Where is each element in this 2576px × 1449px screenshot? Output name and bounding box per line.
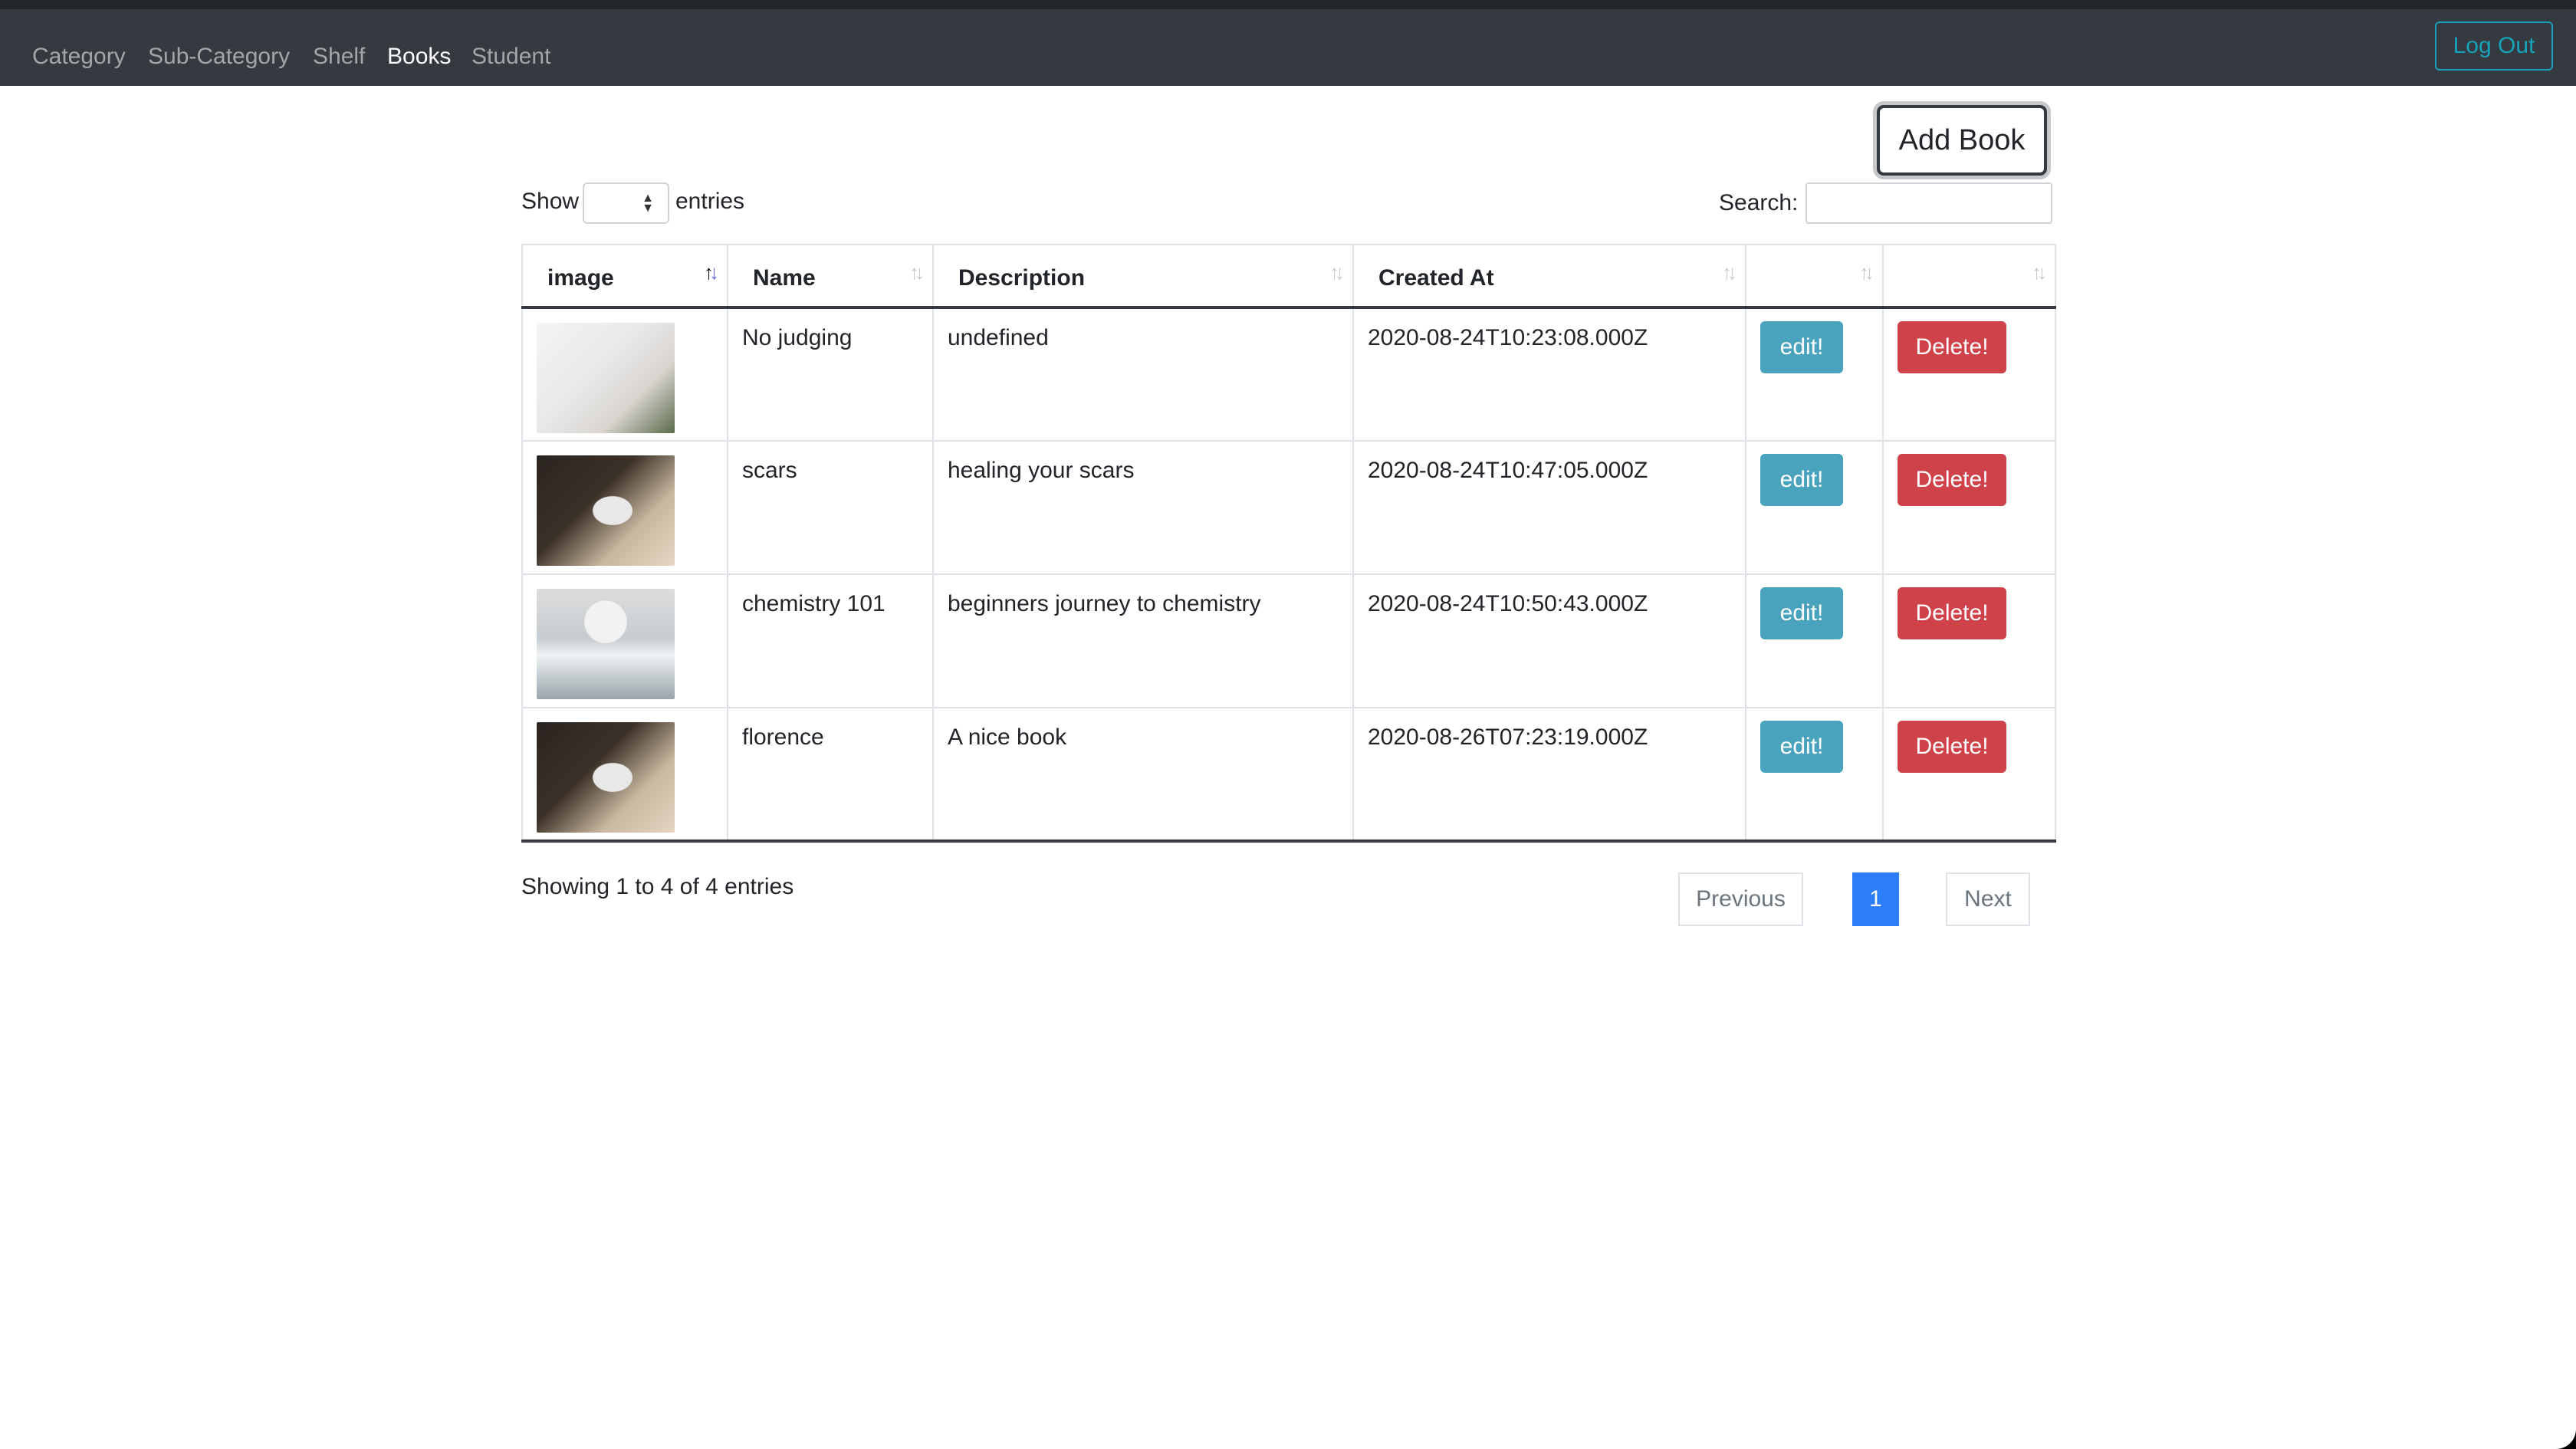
edit-cell: edit! [1745, 573, 1884, 708]
description-cell: A nice book [932, 707, 1354, 843]
created-at-cell: 2020-08-24T10:47:05.000Z [1352, 440, 1746, 575]
nav-item-shelf[interactable]: Shelf [313, 32, 365, 81]
sort-icon: ↑↓ [1329, 261, 1345, 284]
header-label: image [547, 265, 614, 291]
table-row: florence A nice book 2020-08-26T07:23:19… [521, 707, 2056, 843]
search-label: Search: [1719, 190, 1799, 215]
table-row: chemistry 101 beginners journey to chemi… [521, 573, 2056, 708]
column-header-edit[interactable]: ↑↓ [1745, 244, 1884, 309]
sort-ascending-icon: ↑↓ [704, 261, 719, 284]
sort-icon: ↑↓ [1722, 261, 1737, 284]
edit-cell: edit! [1745, 440, 1884, 575]
nav-item-category[interactable]: Category [32, 32, 126, 81]
edit-button[interactable]: edit! [1760, 454, 1843, 506]
column-header-description[interactable]: Description ↑↓ [932, 244, 1354, 309]
pagination-page-1[interactable]: 1 [1852, 872, 1899, 926]
top-navbar: Category Sub-Category Shelf Books Studen… [0, 0, 2576, 86]
column-header-delete[interactable]: ↑↓ [1882, 244, 2056, 309]
name-cell: florence [727, 707, 934, 843]
delete-cell: Delete! [1882, 307, 2056, 442]
header-label: Name [753, 265, 816, 291]
image-cell [521, 707, 728, 843]
nav-item-student[interactable]: Student [472, 32, 550, 81]
nav-item-books[interactable]: Books [387, 32, 451, 81]
sort-icon: ↑↓ [1859, 261, 1875, 284]
sort-icon: ↑↓ [2032, 261, 2047, 284]
delete-button[interactable]: Delete! [1898, 587, 2006, 639]
table-row: scars healing your scars 2020-08-24T10:4… [521, 440, 2056, 575]
table-info-text: Showing 1 to 4 of 4 entries [521, 874, 794, 899]
entries-label: entries [675, 189, 745, 214]
description-cell: undefined [932, 307, 1354, 442]
sort-icon: ↑↓ [909, 261, 925, 284]
delete-button[interactable]: Delete! [1898, 321, 2006, 373]
select-caret-icon: ▲ ▼ [642, 192, 654, 215]
table-row: No judging undefined 2020-08-24T10:23:08… [521, 307, 2056, 442]
book-thumbnail-image [537, 589, 675, 699]
delete-cell: Delete! [1882, 707, 2056, 843]
delete-cell: Delete! [1882, 573, 2056, 708]
created-at-cell: 2020-08-24T10:50:43.000Z [1352, 573, 1746, 708]
edit-button[interactable]: edit! [1760, 321, 1843, 373]
created-at-cell: 2020-08-24T10:23:08.000Z [1352, 307, 1746, 442]
column-header-created-at[interactable]: Created At ↑↓ [1352, 244, 1746, 309]
delete-button[interactable]: Delete! [1898, 721, 2006, 773]
column-header-name[interactable]: Name ↑↓ [727, 244, 934, 309]
edit-cell: edit! [1745, 307, 1884, 442]
header-label: Description [958, 265, 1086, 291]
header-label: Created At [1378, 265, 1494, 291]
edit-cell: edit! [1745, 707, 1884, 843]
image-cell [521, 573, 728, 708]
edit-button[interactable]: edit! [1760, 721, 1843, 773]
book-thumbnail-image [537, 455, 675, 566]
logout-button[interactable]: Log Out [2435, 21, 2553, 71]
name-cell: No judging [727, 307, 934, 442]
description-cell: healing your scars [932, 440, 1354, 575]
book-thumbnail-image [537, 323, 675, 433]
search-input[interactable] [1806, 182, 2052, 224]
books-table: image ↑↓ Name ↑↓ Description ↑↓ Created At ↑… [521, 244, 2056, 843]
page: Category Sub-Category Shelf Books Studen… [0, 0, 2576, 1449]
show-label: Show [521, 189, 580, 214]
image-cell [521, 307, 728, 442]
created-at-cell: 2020-08-26T07:23:19.000Z [1352, 707, 1746, 843]
image-cell [521, 440, 728, 575]
description-cell: beginners journey to chemistry [932, 573, 1354, 708]
entries-per-page-select[interactable]: ▲ ▼ [583, 182, 669, 224]
name-cell: scars [727, 440, 934, 575]
table-header-row: image ↑↓ Name ↑↓ Description ↑↓ Created At ↑… [521, 244, 2056, 309]
add-book-button[interactable]: Add Book [1877, 105, 2047, 176]
book-thumbnail-image [537, 722, 675, 833]
name-cell: chemistry 101 [727, 573, 934, 708]
pagination-next[interactable]: Next [1946, 872, 2030, 926]
column-header-image[interactable]: image ↑↓ [521, 244, 728, 309]
edit-button[interactable]: edit! [1760, 587, 1843, 639]
delete-button[interactable]: Delete! [1898, 454, 2006, 506]
pagination-previous[interactable]: Previous [1678, 872, 1803, 926]
delete-cell: Delete! [1882, 440, 2056, 575]
nav-item-sub-category[interactable]: Sub-Category [148, 32, 290, 81]
